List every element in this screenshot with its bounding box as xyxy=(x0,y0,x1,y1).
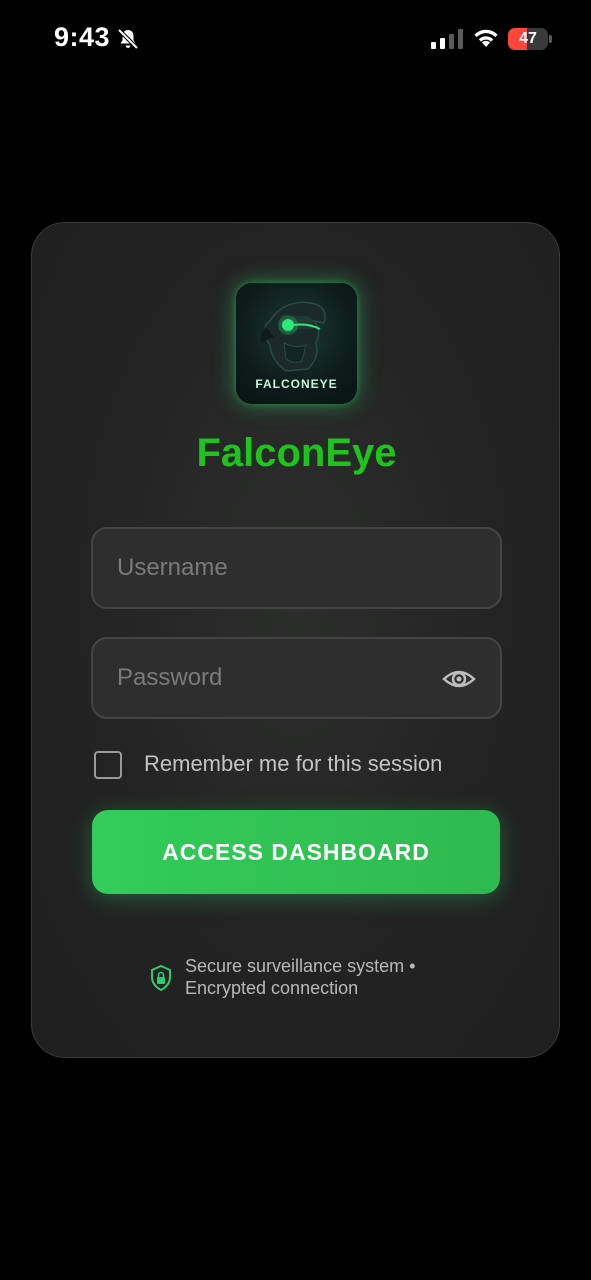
eye-icon[interactable] xyxy=(442,665,476,693)
lock-shield-icon xyxy=(151,965,171,991)
username-input[interactable] xyxy=(93,529,500,607)
secure-notice-text: Secure surveillance system • Encrypted c… xyxy=(185,955,415,999)
access-dashboard-button[interactable]: ACCESS DASHBOARD xyxy=(92,810,500,894)
password-input[interactable] xyxy=(93,639,500,717)
battery-level-text: 47 xyxy=(519,30,537,47)
logo-wordmark: FALCONEYE xyxy=(255,377,338,391)
secure-notice: Secure surveillance system • Encrypted c… xyxy=(150,955,470,1003)
app-logo: FALCONEYE xyxy=(236,283,357,404)
username-field[interactable] xyxy=(91,527,502,609)
status-time: 9:43 xyxy=(54,22,111,52)
remember-me-row[interactable]: Remember me for this session xyxy=(94,749,494,779)
battery-icon: 47 xyxy=(508,28,552,50)
app-title: FalconEye xyxy=(196,431,397,475)
password-field[interactable] xyxy=(91,637,502,719)
secure-notice-line2: Encrypted connection xyxy=(185,978,359,998)
login-card: FALCONEYE FalconEye Remember me for this… xyxy=(31,222,560,1058)
remember-me-checkbox[interactable] xyxy=(94,751,122,779)
remember-me-label[interactable]: Remember me for this session xyxy=(144,751,442,777)
wifi-icon xyxy=(474,29,498,47)
cellular-signal-icon xyxy=(431,29,463,49)
bell-slash-icon xyxy=(117,28,139,50)
battery-cap xyxy=(549,35,552,43)
login-screen: 9:43 47 FALCONEYE FalconEye Username Rem… xyxy=(0,0,591,1280)
secure-notice-line1: Secure surveillance system • xyxy=(185,956,416,976)
status-bar: 9:43 47 xyxy=(0,0,591,80)
battery-body: 47 xyxy=(508,28,548,50)
